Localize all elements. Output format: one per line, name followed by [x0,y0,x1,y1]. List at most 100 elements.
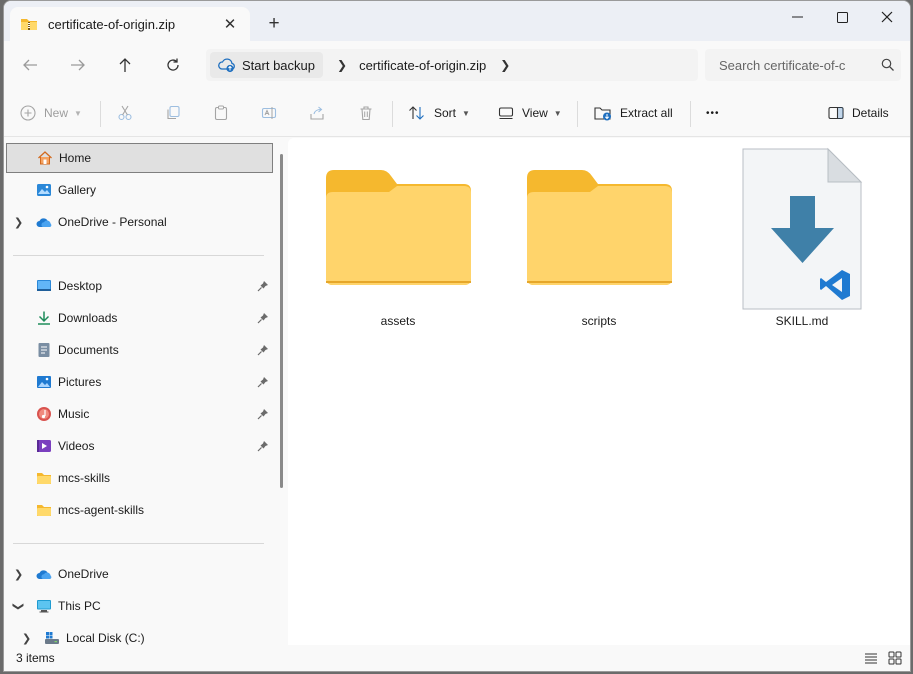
sidebar-item-gallery[interactable]: Gallery [4,175,274,205]
sidebar-divider [13,255,264,256]
chevron-right-icon[interactable]: ❯ [22,632,31,645]
extract-all-button[interactable]: Extract all [594,99,673,127]
new-button[interactable]: New ▼ [20,99,82,127]
refresh-button[interactable] [159,51,187,79]
item-count: 3 items [16,651,55,665]
sidebar-item-downloads[interactable]: Downloads [4,303,274,333]
sidebar-item-this-pc[interactable]: ❯ This PC [4,591,274,621]
refresh-icon [167,58,179,71]
large-icons-view-button[interactable] [886,650,904,666]
address-bar[interactable]: Start backup ❯ certificate-of-origin.zip… [206,49,698,81]
vscode-markdown-file-icon [742,147,863,310]
folder-icon [37,473,51,484]
pin-icon[interactable] [257,280,269,292]
search-box[interactable] [705,49,901,81]
chevron-right-icon[interactable]: ❯ [14,216,23,229]
sidebar-item-label: Downloads [58,311,118,325]
clipboard-icon [214,105,228,121]
breadcrumb-item[interactable]: certificate-of-origin.zip [359,58,486,73]
sidebar-item-label: Music [58,407,90,421]
share-button[interactable] [309,99,325,127]
breadcrumb-chevron-icon[interactable]: ❯ [500,58,510,72]
sidebar-scrollbar[interactable] [280,154,283,488]
sidebar-item-label: mcs-agent-skills [58,503,145,517]
sidebar-item-label: Home [59,151,92,165]
forward-arrow-icon [71,59,85,71]
chevron-down-icon[interactable]: ❯ [12,601,25,610]
share-icon [310,106,324,120]
search-icon[interactable] [881,58,895,72]
sidebar-item-label: mcs-skills [58,471,110,485]
sidebar-item-label: This PC [58,599,101,613]
rename-button[interactable] [261,99,277,127]
sidebar-item-documents[interactable]: Documents [4,335,274,365]
cut-button[interactable] [117,99,133,127]
details-view-button[interactable] [862,650,880,666]
sidebar-item-desktop[interactable]: Desktop [4,271,274,301]
command-bar: New ▼ Sort ▼ View ▼ Extract all ••• Deta… [4,89,910,137]
search-input[interactable] [719,57,867,73]
pin-icon[interactable] [257,312,269,324]
sidebar-item-pictures[interactable]: Pictures [4,367,274,397]
sidebar-item-home[interactable]: Home [6,143,273,173]
paste-button[interactable] [213,99,229,127]
sidebar-item-onedrive-personal[interactable]: ❯ OneDrive - Personal [4,207,274,237]
up-button[interactable] [111,51,139,79]
zip-folder-icon [21,19,37,30]
onedrive-cloud-icon [36,570,52,579]
back-button[interactable] [16,51,44,79]
close-icon [881,11,893,23]
close-window-button[interactable] [864,1,910,33]
copy-icon [167,105,180,120]
new-tab-button[interactable]: + [260,10,288,38]
sort-icon [409,106,424,120]
sidebar-item-videos[interactable]: Videos [4,431,274,461]
file-item-folder[interactable]: assets [318,144,478,334]
sidebar-item-mcs-agent-skills[interactable]: mcs-agent-skills [4,495,274,525]
pin-icon[interactable] [257,376,269,388]
new-label: New [44,106,69,120]
sidebar-item-mcs-skills[interactable]: mcs-skills [4,463,274,493]
delete-button[interactable] [358,99,374,127]
file-item-folder[interactable]: scripts [519,144,679,334]
file-name: assets [380,314,416,328]
scissors-icon [118,105,132,121]
view-button[interactable]: View ▼ [498,99,562,127]
sidebar-item-label: Gallery [58,183,97,197]
sidebar-item-label: OneDrive - Personal [58,215,167,229]
start-backup-button[interactable]: Start backup [210,52,323,78]
details-button[interactable]: Details [828,99,889,127]
chevron-down-icon: ▼ [74,108,82,118]
file-item-markdown[interactable]: SKILL.md [722,144,882,334]
chevron-right-icon[interactable]: ❯ [14,568,23,581]
sort-button[interactable]: Sort ▼ [408,99,470,127]
copy-button[interactable] [165,99,181,127]
file-view: assets scripts SKILL.md [288,138,910,647]
status-bar: 3 items [4,645,910,671]
more-options-button[interactable]: ••• [706,99,720,127]
sidebar-item-onedrive[interactable]: ❯ OneDrive [4,559,274,589]
up-arrow-icon [119,58,131,72]
breadcrumb-chevron-icon[interactable]: ❯ [337,58,347,72]
divider [100,101,101,127]
close-tab-icon[interactable]: ✕ [216,10,244,38]
sidebar-item-label: Local Disk (C:) [66,631,145,645]
active-tab[interactable]: certificate-of-origin.zip ✕ [10,7,250,41]
divider [690,101,691,127]
view-label: View [522,106,548,120]
forward-button[interactable] [64,51,92,79]
pin-icon[interactable] [257,408,269,420]
pin-icon[interactable] [257,440,269,452]
music-icon [37,407,51,421]
maximize-button[interactable] [819,1,865,33]
pictures-icon [37,376,51,388]
extract-all-label: Extract all [620,106,673,120]
divider [577,101,578,127]
chevron-down-icon: ▼ [553,108,562,118]
onedrive-cloud-icon [36,218,52,227]
folder-icon [37,505,51,516]
sidebar-item-music[interactable]: Music [4,399,274,429]
plus-circle-icon [20,105,36,121]
pin-icon[interactable] [257,344,269,356]
minimize-button[interactable] [774,1,820,33]
